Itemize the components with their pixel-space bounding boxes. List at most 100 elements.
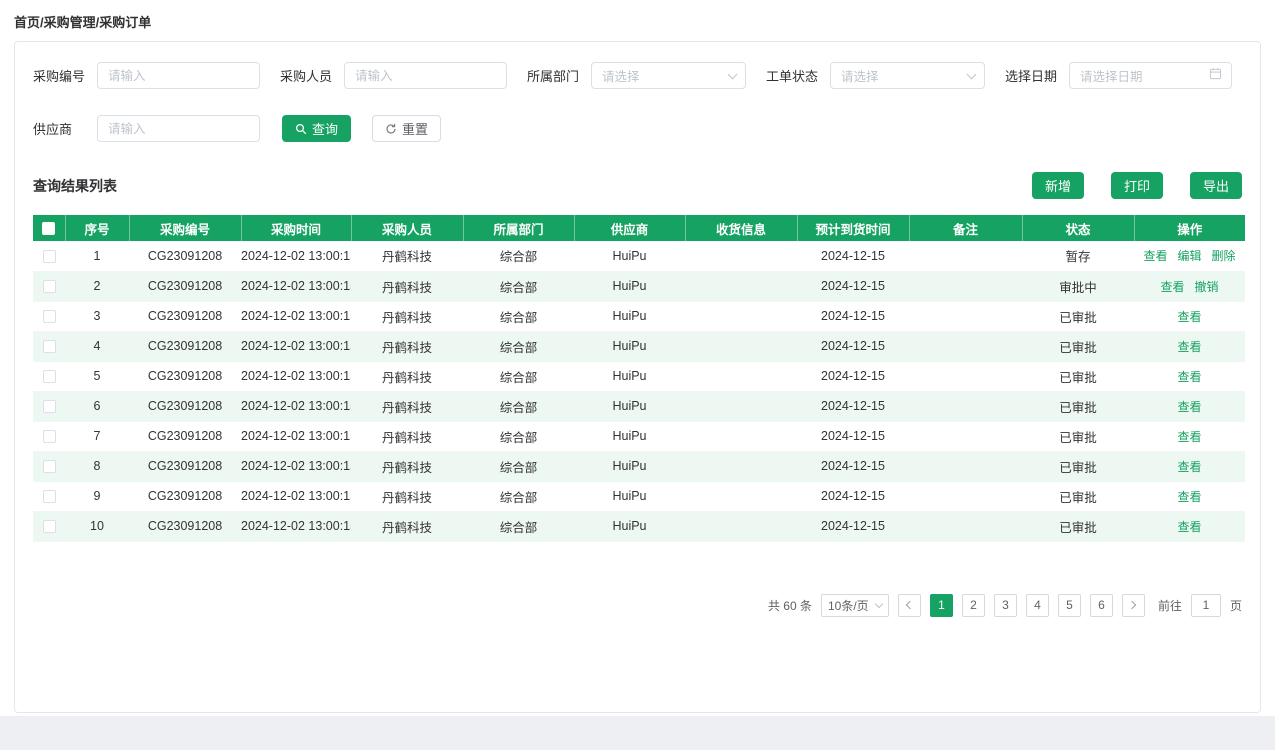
reset-button[interactable]: 重置: [372, 115, 441, 142]
page-button-1[interactable]: 1: [930, 594, 953, 617]
cell-actions: 查看: [1134, 451, 1245, 481]
cell-supplier: HuiPu: [574, 421, 685, 451]
cell-supplier: HuiPu: [574, 511, 685, 541]
select-all-checkbox[interactable]: [42, 222, 55, 235]
page-button-2[interactable]: 2: [962, 594, 985, 617]
cell-receiving: [685, 421, 797, 451]
row-checkbox[interactable]: [43, 430, 56, 443]
cell-dept: 综合部: [463, 301, 574, 331]
pagination-bar: 共 60 条 10条/页 123456 前往 页: [33, 594, 1242, 617]
page-button-3[interactable]: 3: [994, 594, 1017, 617]
column-header: 供应商: [574, 215, 685, 241]
chevron-down-icon: [967, 69, 977, 79]
table-row: 4CG230912082024-12-02 13:00:15丹鹤科技综合部Hui…: [33, 331, 1245, 361]
cell-eta: 2024-12-15: [797, 391, 909, 421]
view-link[interactable]: 查看: [1177, 490, 1201, 504]
purchase-no-label: 采购编号: [33, 66, 89, 85]
cell-remark: [909, 301, 1022, 331]
row-checkbox[interactable]: [43, 280, 56, 293]
table-body: 1CG230912082024-12-02 13:00:15丹鹤科技综合部Hui…: [33, 241, 1245, 541]
cell-receiving: [685, 481, 797, 511]
cell-time: 2024-12-02 13:00:15: [241, 451, 351, 481]
cell-purchase_no: CG23091208: [129, 451, 241, 481]
cell-eta: 2024-12-15: [797, 241, 909, 271]
column-header: 状态: [1022, 215, 1134, 241]
cell-actions: 查看: [1134, 511, 1245, 541]
filter-date: 选择日期 请选择日期: [1005, 62, 1232, 89]
cell-supplier: HuiPu: [574, 481, 685, 511]
cell-supplier: HuiPu: [574, 451, 685, 481]
view-link[interactable]: 查看: [1177, 340, 1201, 354]
view-link[interactable]: 查看: [1177, 370, 1201, 384]
date-picker[interactable]: 请选择日期: [1069, 62, 1232, 89]
cell-purchase_no: CG23091208: [129, 361, 241, 391]
column-header: 采购时间: [241, 215, 351, 241]
department-select[interactable]: 请选择: [591, 62, 746, 89]
cell-eta: 2024-12-15: [797, 301, 909, 331]
revoke-link[interactable]: 撤销: [1195, 280, 1219, 294]
cell-receiving: [685, 271, 797, 301]
prev-page-button[interactable]: [898, 594, 921, 617]
purchaser-input[interactable]: [344, 62, 507, 89]
page-button-4[interactable]: 4: [1026, 594, 1049, 617]
date-picker-placeholder: 请选择日期: [1080, 66, 1143, 85]
view-link[interactable]: 查看: [1143, 249, 1167, 263]
export-button[interactable]: 导出: [1190, 172, 1242, 199]
cell-remark: [909, 511, 1022, 541]
cell-supplier: HuiPu: [574, 241, 685, 271]
total-count: 共 60 条: [768, 597, 812, 614]
purchase-no-input[interactable]: [97, 62, 260, 89]
row-checkbox[interactable]: [43, 400, 56, 413]
edit-link[interactable]: 编辑: [1177, 249, 1201, 263]
cell-purchase_no: CG23091208: [129, 511, 241, 541]
row-checkbox[interactable]: [43, 370, 56, 383]
print-button[interactable]: 打印: [1111, 172, 1163, 199]
cell-dept: 综合部: [463, 331, 574, 361]
order-status-select[interactable]: 请选择: [830, 62, 985, 89]
view-link[interactable]: 查看: [1177, 460, 1201, 474]
view-link[interactable]: 查看: [1177, 430, 1201, 444]
cell-actions: 查看: [1134, 421, 1245, 451]
page-button-5[interactable]: 5: [1058, 594, 1081, 617]
cell-dept: 综合部: [463, 241, 574, 271]
page-button-6[interactable]: 6: [1090, 594, 1113, 617]
cell-purchaser: 丹鹤科技: [351, 271, 463, 301]
cell-status: 暂存: [1022, 241, 1134, 271]
row-select-cell: [33, 391, 65, 421]
cell-supplier: HuiPu: [574, 301, 685, 331]
cell-status: 已审批: [1022, 421, 1134, 451]
main-panel: 采购编号 采购人员 所属部门 请选择 工单状态 请选择: [14, 41, 1261, 713]
view-link[interactable]: 查看: [1177, 310, 1201, 324]
page-list: 123456: [930, 594, 1113, 617]
delete-link[interactable]: 删除: [1212, 249, 1236, 263]
supplier-input[interactable]: [97, 115, 260, 142]
view-link[interactable]: 查看: [1177, 400, 1201, 414]
refresh-icon: [385, 123, 397, 135]
view-link[interactable]: 查看: [1177, 520, 1201, 534]
search-button[interactable]: 查询: [282, 115, 351, 142]
row-checkbox[interactable]: [43, 520, 56, 533]
column-header: 预计到货时间: [797, 215, 909, 241]
search-icon: [295, 123, 307, 135]
row-checkbox[interactable]: [43, 250, 56, 263]
cell-remark: [909, 451, 1022, 481]
next-page-button[interactable]: [1122, 594, 1145, 617]
goto-page-input[interactable]: [1191, 594, 1221, 617]
cell-time: 2024-12-02 13:00:15: [241, 241, 351, 271]
cell-receiving: [685, 361, 797, 391]
row-checkbox[interactable]: [43, 340, 56, 353]
page-size-select[interactable]: 10条/页: [821, 594, 889, 617]
row-checkbox[interactable]: [43, 460, 56, 473]
cell-dept: 综合部: [463, 421, 574, 451]
row-checkbox[interactable]: [43, 490, 56, 503]
row-checkbox[interactable]: [43, 310, 56, 323]
cell-purchaser: 丹鹤科技: [351, 511, 463, 541]
cell-purchaser: 丹鹤科技: [351, 391, 463, 421]
cell-purchase_no: CG23091208: [129, 421, 241, 451]
view-link[interactable]: 查看: [1160, 280, 1184, 294]
cell-purchase_no: CG23091208: [129, 481, 241, 511]
cell-eta: 2024-12-15: [797, 511, 909, 541]
row-select-cell: [33, 451, 65, 481]
cell-actions: 查看撤销: [1134, 271, 1245, 301]
add-button[interactable]: 新增: [1032, 172, 1084, 199]
